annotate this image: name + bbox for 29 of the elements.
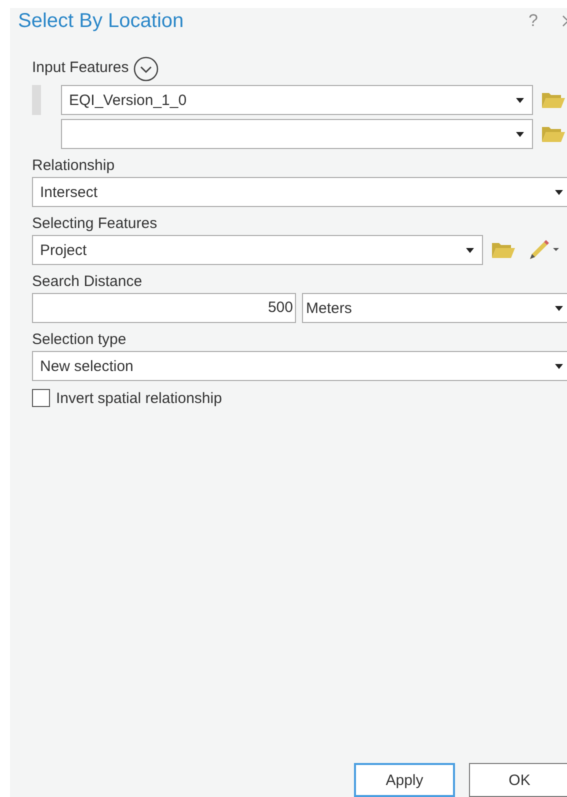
caret-icon [555,190,563,194]
parameter-label: Selecting Features [32,215,158,233]
checkbox-label: Invert spatial relationship [56,390,222,406]
caret-icon [555,306,563,310]
layer-dropdown[interactable]: Project [32,235,483,265]
caret-icon [516,98,524,102]
folder-icon[interactable] [541,91,565,109]
parameter-label: Relationship [32,157,116,175]
drag-handle[interactable] [32,85,41,115]
dropdown[interactable]: New selection [32,351,567,381]
folder-icon[interactable] [541,125,565,143]
caret-icon [516,132,524,136]
distance-field[interactable]: 500 [32,293,296,323]
apply-button[interactable]: Apply [354,763,455,797]
chevron-down-icon[interactable] [132,56,159,82]
ok-button[interactable]: OK [469,763,567,797]
window-title: Select By Location [18,10,185,32]
pencil-icon[interactable] [527,240,561,260]
dropdown[interactable]: Intersect [32,177,567,207]
layer-dropdown[interactable] [61,119,533,149]
caret-icon [466,248,474,252]
caret-icon [555,364,563,368]
parameter-label: Search Distance [32,273,144,291]
layer-dropdown[interactable]: EQI_Version_1_0 [61,85,533,115]
parameter-label: Selection type [32,331,128,349]
folder-icon[interactable] [491,241,515,259]
checkbox[interactable] [32,389,50,407]
parameter-label: Input Features [32,59,129,77]
unit-dropdown[interactable]: Meters [302,293,567,323]
